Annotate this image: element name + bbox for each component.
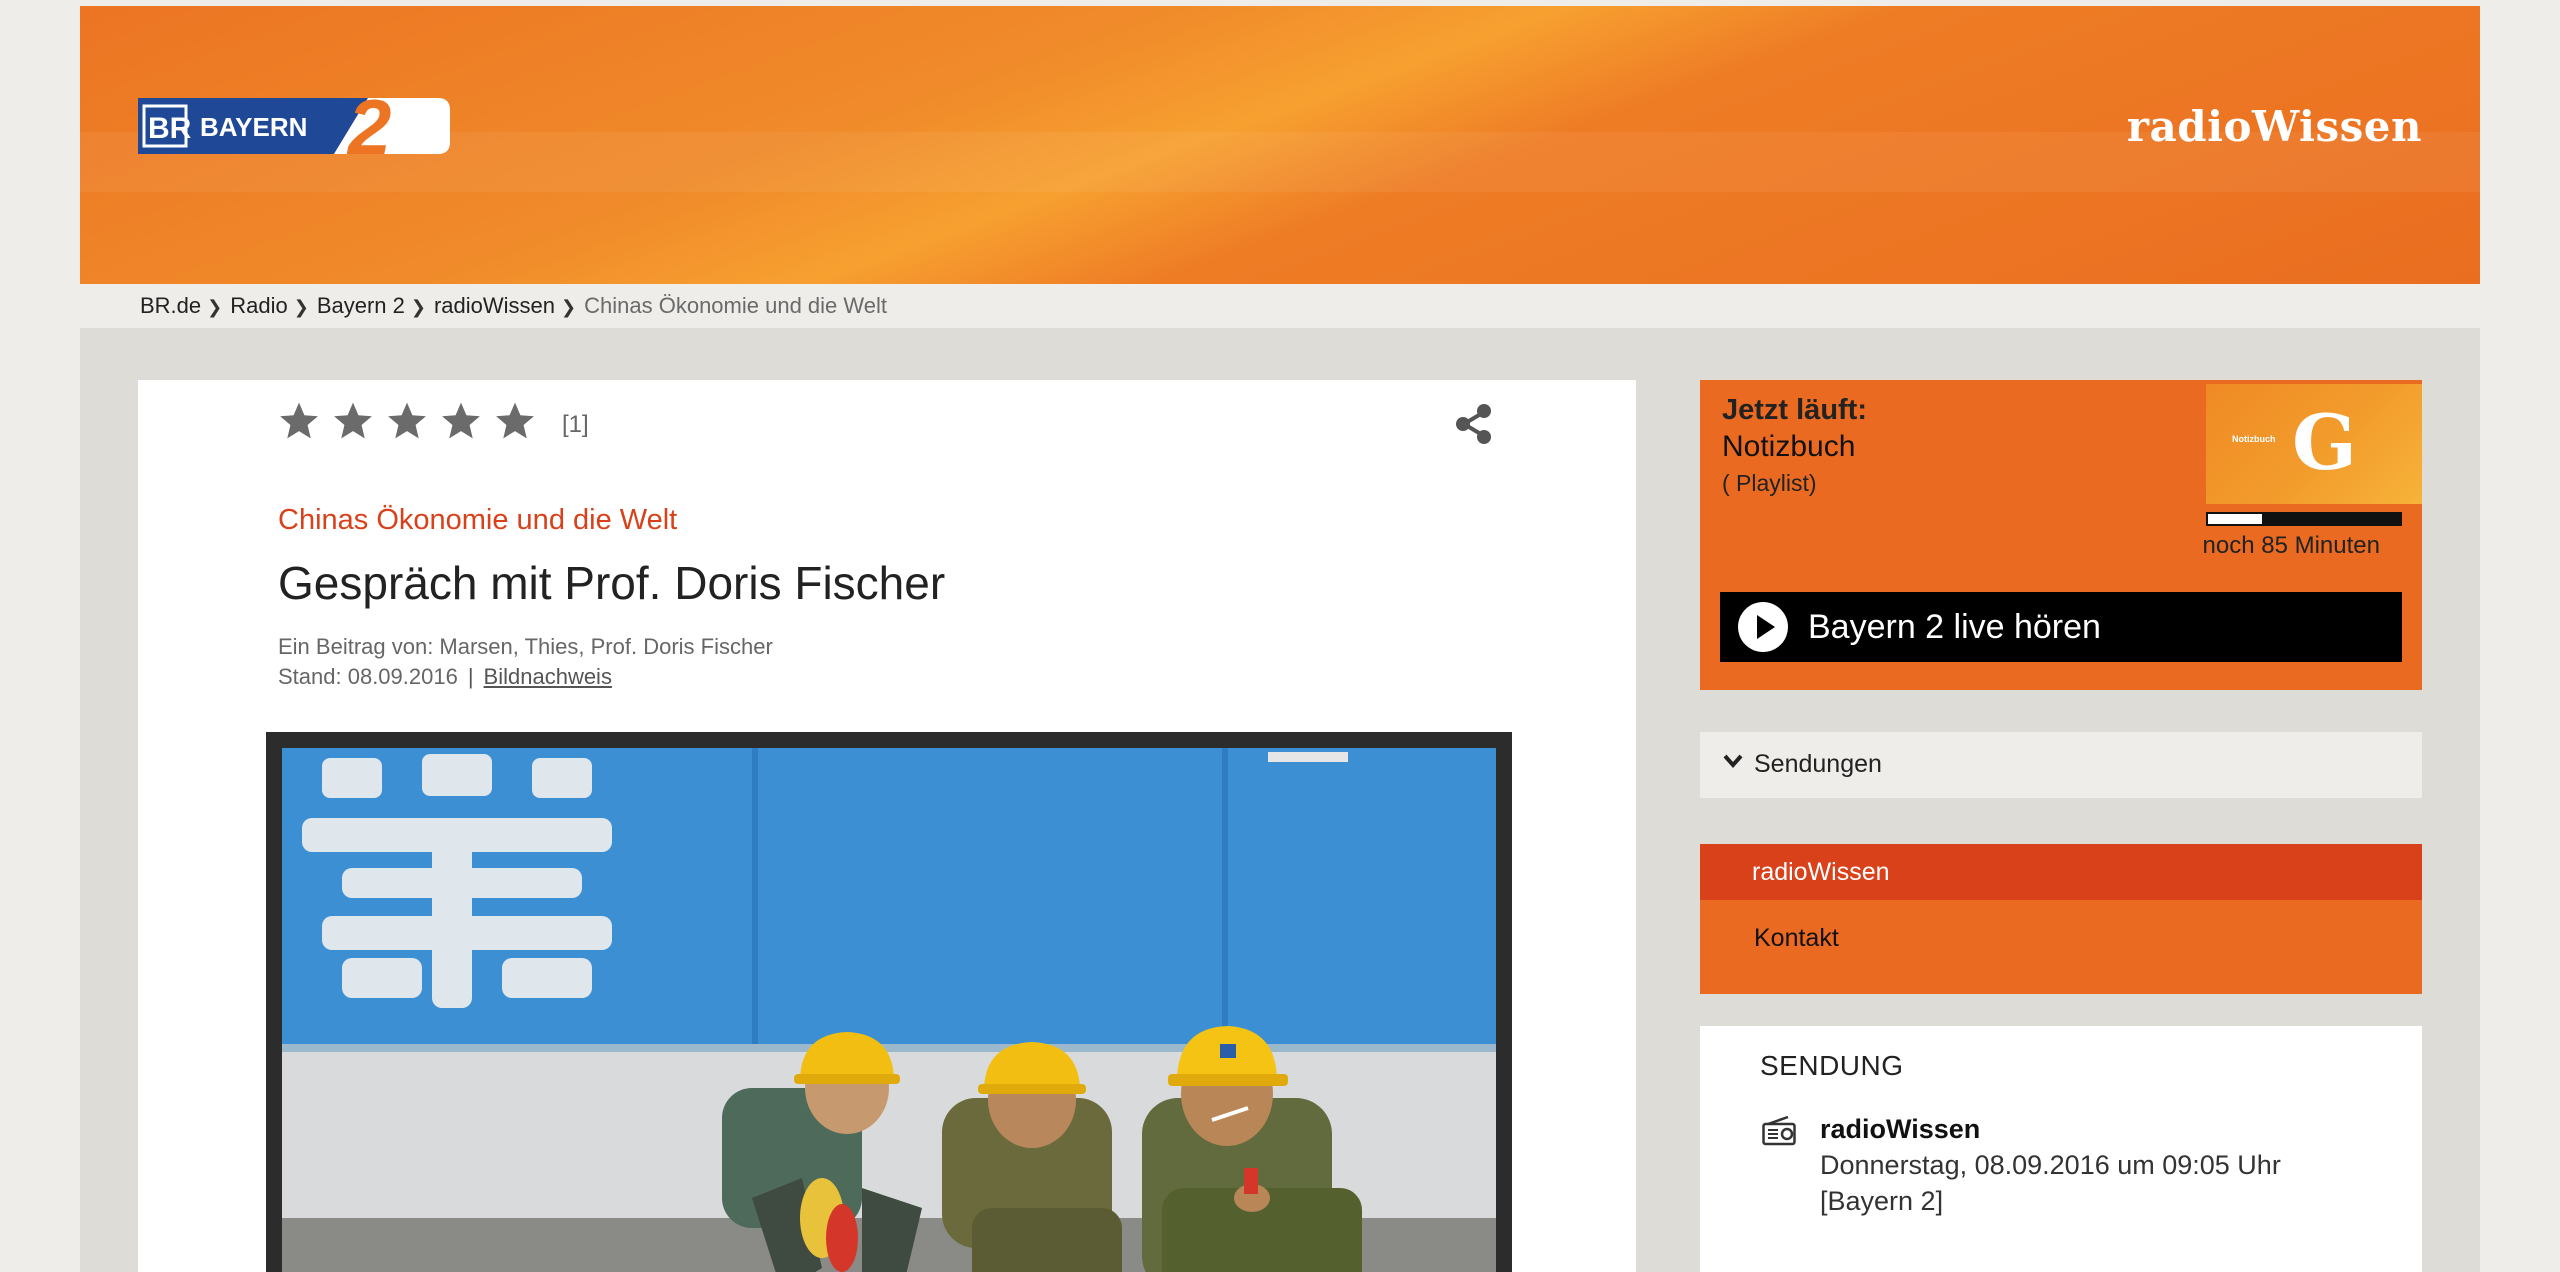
star-icon[interactable] <box>494 400 536 442</box>
nav-item-radiowissen[interactable]: radioWissen <box>1700 844 2422 900</box>
now-playing-show[interactable]: Notizbuch <box>1722 430 1855 464</box>
breadcrumb-item-radiowissen[interactable]: radioWissen <box>434 293 555 318</box>
thumbnail-letter: G <box>2292 398 2357 487</box>
site-header: BR BAYERN 2 radioWissen <box>80 6 2480 284</box>
section-nav: radioWissen Kontakt <box>1700 844 2422 994</box>
show-progress-bar <box>2206 512 2402 526</box>
svg-text:BR: BR <box>148 112 192 145</box>
radio-icon <box>1762 1116 1796 1146</box>
breadcrumb-item-current: Chinas Ökonomie und die Welt <box>584 293 887 318</box>
star-icon[interactable] <box>440 400 482 442</box>
remaining-time: noch 85 Minuten <box>2202 532 2380 559</box>
chevron-right-icon: ❯ <box>207 297 223 317</box>
rating-count: [1] <box>562 411 589 438</box>
sendungen-label: Sendungen <box>1754 750 1882 778</box>
svg-text:2: 2 <box>346 92 391 160</box>
show-progress-fill <box>2208 514 2262 524</box>
star-icon[interactable] <box>332 400 374 442</box>
star-icon[interactable] <box>386 400 428 442</box>
star-rating[interactable]: [1] <box>278 398 589 444</box>
bildnachweis-link[interactable]: Bildnachweis <box>484 664 612 689</box>
article-image-frame <box>266 732 1512 1272</box>
page: BR BAYERN 2 radioWissen BR.de ❯ Radio ❯ Baye… <box>80 6 2480 1272</box>
play-icon <box>1738 602 1788 652</box>
chevron-down-icon <box>1723 754 1743 769</box>
brand-title[interactable]: radioWissen <box>2127 102 2422 151</box>
breadcrumb: BR.de ❯ Radio ❯ Bayern 2 ❯ radioWissen ❯ Chinas … <box>80 284 2480 328</box>
article-photo[interactable] <box>282 748 1496 1272</box>
article-card: [1] Chinas Ökonomie und die Welt Gespräc… <box>138 380 1636 1272</box>
live-listen-button[interactable]: Bayern 2 live hören <box>1720 592 2402 662</box>
article-title: Gespräch mit Prof. Doris Fischer <box>278 557 946 609</box>
article-meta: Ein Beitrag von: Marsen, Thies, Prof. Do… <box>278 634 773 689</box>
svg-text:BAYERN: BAYERN <box>200 112 307 142</box>
br-bayern2-logo[interactable]: BR BAYERN 2 <box>138 92 450 160</box>
article-kicker: Chinas Ökonomie und die Welt <box>278 504 678 536</box>
share-icon[interactable] <box>1452 402 1496 446</box>
sendung-info-box: SENDUNG radioWissen Donnerstag, 08.09.20… <box>1700 1026 2422 1272</box>
thumbnail-label: Notizbuch <box>2232 434 2276 444</box>
star-icon[interactable] <box>278 400 320 442</box>
chevron-right-icon: ❯ <box>561 297 577 317</box>
article-date: Stand: 08.09.2016 <box>278 664 458 689</box>
sendung-name[interactable]: radioWissen <box>1820 1114 1980 1145</box>
breadcrumb-item-brde[interactable]: BR.de <box>140 293 201 318</box>
sendung-heading: SENDUNG <box>1760 1050 1904 1081</box>
chevron-right-icon: ❯ <box>293 297 309 317</box>
sendungen-toggle[interactable]: Sendungen <box>1700 732 2422 798</box>
breadcrumb-item-radio[interactable]: Radio <box>230 293 287 318</box>
show-thumbnail[interactable]: Notizbuch G <box>2206 384 2422 504</box>
sendung-station: [Bayern 2] <box>1820 1186 1944 1216</box>
sendung-date: Donnerstag, 08.09.2016 um 09:05 Uhr <box>1820 1150 2281 1180</box>
playlist-link[interactable]: ( Playlist) <box>1722 470 1817 497</box>
now-playing-box: Jetzt läuft: Notizbuch ( Playlist) Notiz… <box>1700 380 2422 690</box>
now-playing-label: Jetzt läuft: <box>1722 394 1867 426</box>
nav-item-kontakt[interactable]: Kontakt <box>1754 924 1839 953</box>
breadcrumb-item-bayern2[interactable]: Bayern 2 <box>317 293 405 318</box>
live-listen-label: Bayern 2 live hören <box>1808 608 2101 646</box>
author-line: Ein Beitrag von: Marsen, Thies, Prof. Do… <box>278 634 773 659</box>
chevron-right-icon: ❯ <box>410 297 426 317</box>
